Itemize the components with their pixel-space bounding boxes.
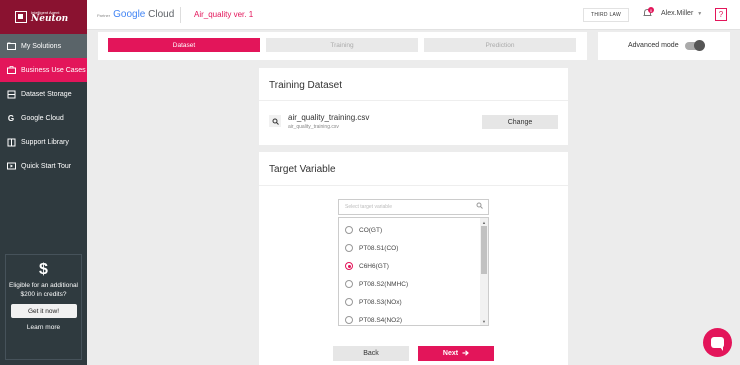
change-dataset-button[interactable]: Change <box>482 115 558 129</box>
list-item[interactable]: PT08.S1(CO) <box>339 239 480 257</box>
logo[interactable]: Intelligent Agent Neuton <box>0 0 87 34</box>
radio-button[interactable] <box>345 280 353 288</box>
list-item[interactable]: CO(GT) <box>339 221 480 239</box>
sidebar-item-google-cloud[interactable]: G Google Cloud <box>0 106 87 130</box>
scrollbar-thumb[interactable] <box>481 226 487 274</box>
sidebar-item-support-library[interactable]: Support Library <box>0 130 87 154</box>
help-button[interactable]: ? <box>715 8 727 21</box>
book-icon <box>6 137 16 147</box>
sidebar-item-business-use-cases[interactable]: Business Use Cases <box>0 58 87 82</box>
radio-button[interactable] <box>345 316 353 324</box>
database-icon <box>6 89 16 99</box>
dataset-file-subtitle: air_quality_training.csv <box>288 124 339 130</box>
divider <box>180 7 181 23</box>
promo-text: Eligible for an additional $200 in credi… <box>8 282 79 298</box>
arrow-right-icon <box>462 349 470 358</box>
third-law-button[interactable]: THIRD LAW <box>583 8 629 22</box>
divider <box>259 100 568 101</box>
partner-label: Partner <box>97 13 111 18</box>
scroll-down-icon[interactable]: ▼ <box>480 317 488 325</box>
option-label: CO(GT) <box>359 226 383 234</box>
neuton-logo-icon <box>15 11 27 23</box>
search-icon <box>476 202 483 211</box>
radio-button[interactable] <box>345 226 353 234</box>
user-menu[interactable]: Alex.Miller ▼ <box>661 10 702 17</box>
divider <box>259 185 568 186</box>
wizard-steps: Dataset Training Prediction <box>98 32 587 60</box>
advanced-mode-label: Advanced mode <box>628 42 679 49</box>
next-label: Next <box>442 350 459 357</box>
step-prediction[interactable]: Prediction <box>424 38 576 52</box>
search-icon[interactable] <box>269 115 281 127</box>
radio-button-selected[interactable] <box>345 262 353 270</box>
option-label: PT08.S3(NOx) <box>359 298 402 306</box>
list-item[interactable]: PT08.S4(NO2) <box>339 311 480 325</box>
user-name: Alex.Miller <box>661 10 694 17</box>
target-variable-list[interactable]: CO(GT) PT08.S1(CO) C6H6(GT) PT08.S2(NMHC… <box>338 217 489 326</box>
advanced-mode-panel: Advanced mode <box>598 32 730 60</box>
project-name[interactable]: Air_quality ver. 1 <box>194 10 253 19</box>
google-icon: G <box>7 113 15 123</box>
next-button[interactable]: Next <box>418 346 494 361</box>
tour-icon <box>6 161 16 171</box>
list-item[interactable]: PT08.S3(NOx) <box>339 293 480 311</box>
sidebar-item-label: My Solutions <box>21 42 62 50</box>
sidebar-nav: My Solutions Business Use Cases Dataset … <box>0 34 87 178</box>
sidebar-item-label: Business Use Cases <box>21 66 86 74</box>
dollar-icon: $ <box>39 261 48 278</box>
option-label: PT08.S1(CO) <box>359 244 399 252</box>
chat-icon <box>711 337 724 351</box>
back-button[interactable]: Back <box>333 346 409 361</box>
sidebar-item-label: Quick Start Tour <box>21 162 72 170</box>
sidebar-item-quick-start-tour[interactable]: Quick Start Tour <box>0 154 87 178</box>
search-placeholder: Select target variable <box>345 204 392 210</box>
logo-text: Intelligent Agent Neuton <box>31 10 69 24</box>
option-label: PT08.S4(NO2) <box>359 316 402 324</box>
list-item[interactable]: PT08.S2(NMHC) <box>339 275 480 293</box>
option-label: PT08.S2(NMHC) <box>359 280 409 288</box>
logo-name: Neuton <box>31 13 69 24</box>
briefcase-icon <box>6 65 16 75</box>
get-it-now-button[interactable]: Get it now! <box>10 304 77 318</box>
target-variable-title: Target Variable <box>269 164 336 175</box>
chat-button[interactable] <box>703 328 732 357</box>
radio-button[interactable] <box>345 244 353 252</box>
step-training[interactable]: Training <box>266 38 418 52</box>
sidebar: Intelligent Agent Neuton My Solutions Bu… <box>0 0 87 365</box>
chevron-down-icon: ▼ <box>697 10 703 17</box>
top-bar: Partner Google Cloud Air_quality ver. 1 … <box>87 0 740 30</box>
google-cloud-logo: Google Cloud <box>113 9 174 20</box>
sidebar-item-label: Dataset Storage <box>21 90 72 98</box>
option-label: C6H6(GT) <box>359 262 389 270</box>
step-dataset[interactable]: Dataset <box>108 38 260 52</box>
learn-more-link[interactable]: Learn more <box>27 324 60 331</box>
list-item[interactable]: C6H6(GT) <box>339 257 480 275</box>
target-variable-card: Target Variable Select target variable C… <box>259 152 568 365</box>
toggle-knob[interactable] <box>694 40 705 51</box>
credits-promo: $ Eligible for an additional $200 in cre… <box>5 254 82 360</box>
scroll-up-icon[interactable]: ▲ <box>480 218 488 226</box>
google-cloud-partner-logo: Partner Google Cloud <box>97 9 174 20</box>
training-dataset-title: Training Dataset <box>269 80 342 91</box>
notification-badge: 0 <box>648 7 654 13</box>
radio-button[interactable] <box>345 298 353 306</box>
sidebar-item-my-solutions[interactable]: My Solutions <box>0 34 87 58</box>
sidebar-item-dataset-storage[interactable]: Dataset Storage <box>0 82 87 106</box>
cloud-wordmark: Cloud <box>148 9 175 20</box>
folder-icon <box>6 41 16 51</box>
dataset-file-name: air_quality_training.csv <box>288 113 370 122</box>
sidebar-item-label: Google Cloud <box>21 114 64 122</box>
google-wordmark: Google <box>113 9 146 20</box>
training-dataset-card: Training Dataset air_quality_training.cs… <box>259 68 568 145</box>
target-variable-search-input[interactable]: Select target variable <box>338 199 489 215</box>
sidebar-item-label: Support Library <box>21 138 69 146</box>
